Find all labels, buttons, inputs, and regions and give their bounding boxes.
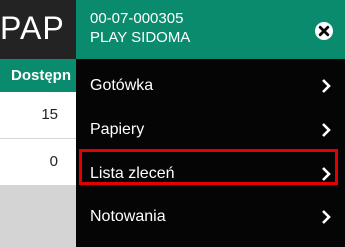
menu-item-lista-zlecen[interactable]: Lista zleceń bbox=[76, 152, 345, 196]
chevron-right-icon bbox=[322, 123, 331, 137]
side-drawer: 00-07-000305 PLAY SIDOMA Gotówka Papiery… bbox=[76, 0, 345, 247]
column-header: Dostępn bbox=[0, 59, 76, 92]
page-title: PAP bbox=[0, 10, 65, 46]
menu-item-gotowka[interactable]: Gotówka bbox=[76, 64, 345, 108]
table-cell-value: 15 bbox=[41, 106, 58, 123]
table-row[interactable]: 15 bbox=[0, 92, 76, 139]
menu-item-papiery[interactable]: Papiery bbox=[76, 108, 345, 152]
empty-area bbox=[0, 186, 76, 247]
account-id: 00-07-000305 bbox=[90, 10, 184, 27]
menu-item-label: Papiery bbox=[90, 121, 145, 138]
chevron-right-icon bbox=[322, 210, 331, 224]
table-row[interactable]: 0 bbox=[0, 139, 76, 186]
menu-item-label: Gotówka bbox=[90, 77, 154, 94]
menu-item-label: Notowania bbox=[90, 208, 166, 225]
drawer-header: 00-07-000305 PLAY SIDOMA bbox=[76, 0, 345, 59]
account-name: PLAY SIDOMA bbox=[90, 29, 191, 46]
menu-item-label: Lista zleceń bbox=[90, 165, 175, 182]
table-cell-value: 0 bbox=[49, 153, 58, 170]
chevron-right-icon bbox=[322, 167, 331, 181]
column-header-label: Dostępn bbox=[11, 67, 71, 84]
close-icon[interactable] bbox=[315, 22, 333, 40]
menu-item-notowania[interactable]: Notowania bbox=[76, 195, 345, 239]
chevron-right-icon bbox=[322, 79, 331, 93]
